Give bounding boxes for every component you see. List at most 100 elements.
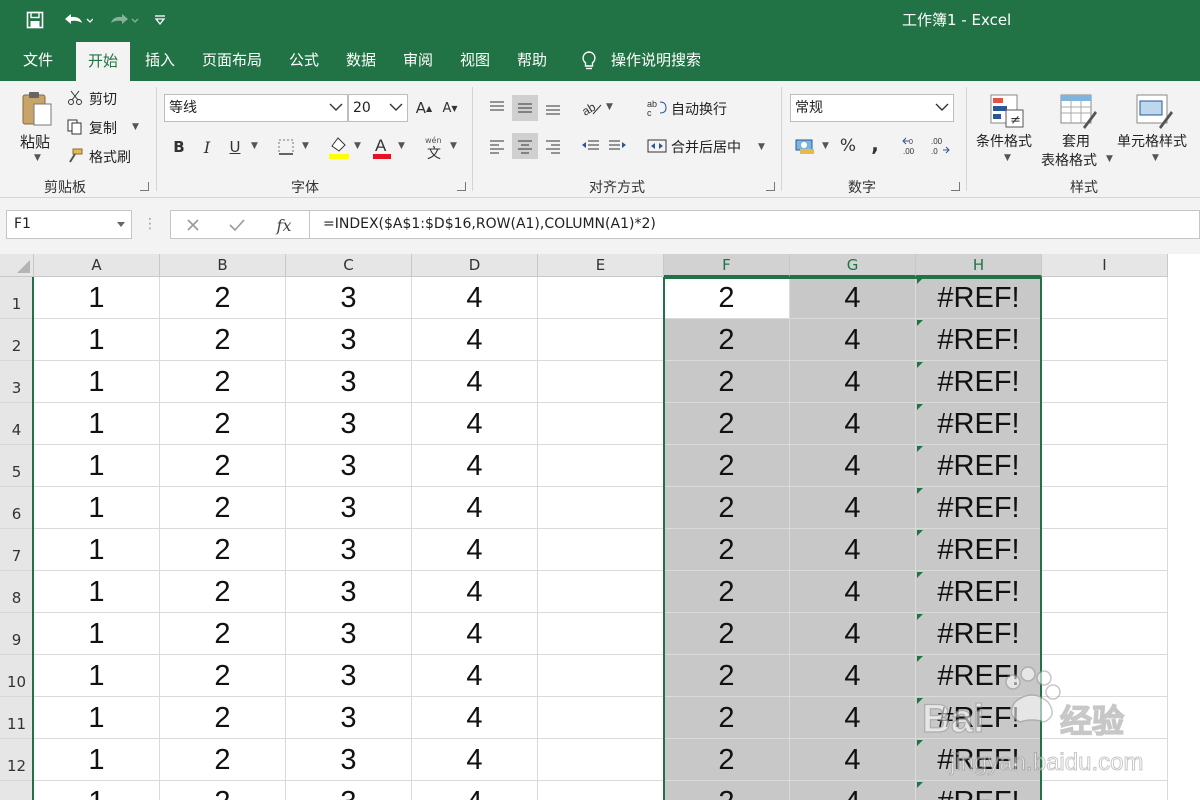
font-name-select[interactable]: 等线 <box>164 94 348 122</box>
cell-h11[interactable]: #REF! <box>916 697 1042 739</box>
cell-h13[interactable]: #REF! <box>916 781 1042 800</box>
row-header[interactable]: 10 <box>0 655 34 697</box>
decrease-decimal-icon[interactable]: .00.0 <box>928 133 952 159</box>
formula-bar-grip-icon[interactable]: ⋮ <box>143 212 157 236</box>
cell-c9[interactable]: 3 <box>286 613 412 655</box>
cell-c2[interactable]: 3 <box>286 319 412 361</box>
cell-b11[interactable]: 2 <box>160 697 286 739</box>
align-left-icon[interactable] <box>484 133 510 159</box>
underline-button[interactable]: U <box>224 135 246 159</box>
cell-g11[interactable]: 4 <box>790 697 916 739</box>
phonetic-dropdown-icon[interactable]: ▼ <box>450 141 457 151</box>
fill-color-dropdown-icon[interactable]: ▼ <box>354 141 361 151</box>
cell-g10[interactable]: 4 <box>790 655 916 697</box>
insert-function-icon[interactable]: fx <box>271 213 297 237</box>
cell-i3[interactable] <box>1042 361 1168 403</box>
cell-f13[interactable]: 2 <box>664 781 790 800</box>
cell-h9[interactable]: #REF! <box>916 613 1042 655</box>
cell-e5[interactable] <box>538 445 664 487</box>
copy-button[interactable]: 复制 <box>89 118 117 138</box>
cell-i5[interactable] <box>1042 445 1168 487</box>
name-box[interactable]: F1 <box>6 210 132 239</box>
tab-review[interactable]: 审阅 <box>394 40 442 81</box>
column-header-d[interactable]: D <box>412 254 538 277</box>
cell-a2[interactable]: 1 <box>34 319 160 361</box>
cell-c13[interactable]: 3 <box>286 781 412 800</box>
cell-a11[interactable]: 1 <box>34 697 160 739</box>
row-header[interactable]: 12 <box>0 739 34 781</box>
cut-button[interactable]: 剪切 <box>89 89 117 109</box>
cell-f5[interactable]: 2 <box>664 445 790 487</box>
cell-e6[interactable] <box>538 487 664 529</box>
cell-e7[interactable] <box>538 529 664 571</box>
row-header[interactable]: 8 <box>0 571 34 613</box>
align-right-icon[interactable] <box>540 133 566 159</box>
cell-e9[interactable] <box>538 613 664 655</box>
format-as-table-label-2[interactable]: 表格格式 <box>1041 150 1097 170</box>
increase-indent-icon[interactable] <box>606 133 630 159</box>
cell-e8[interactable] <box>538 571 664 613</box>
cell-f9[interactable]: 2 <box>664 613 790 655</box>
row-header[interactable]: 4 <box>0 403 34 445</box>
cell-a3[interactable]: 1 <box>34 361 160 403</box>
cell-h5[interactable]: #REF! <box>916 445 1042 487</box>
cell-d7[interactable]: 4 <box>412 529 538 571</box>
paste-dropdown-icon[interactable]: ▼ <box>34 153 41 163</box>
tell-me-search[interactable]: 操作说明搜索 <box>604 40 708 81</box>
cell-a1[interactable]: 1 <box>34 277 160 319</box>
column-header-h[interactable]: H <box>916 254 1042 277</box>
cell-i8[interactable] <box>1042 571 1168 613</box>
align-middle-icon[interactable] <box>512 95 538 121</box>
cell-d4[interactable]: 4 <box>412 403 538 445</box>
accounting-dropdown-icon[interactable]: ▼ <box>822 141 829 151</box>
copy-icon[interactable] <box>66 118 84 136</box>
cell-a10[interactable]: 1 <box>34 655 160 697</box>
column-header-e[interactable]: E <box>538 254 664 277</box>
cell-b13[interactable]: 2 <box>160 781 286 800</box>
tab-insert[interactable]: 插入 <box>136 40 184 81</box>
comma-button[interactable]: , <box>864 131 886 157</box>
row-header[interactable]: 11 <box>0 697 34 739</box>
cell-e2[interactable] <box>538 319 664 361</box>
cell-d11[interactable]: 4 <box>412 697 538 739</box>
cell-d13[interactable]: 4 <box>412 781 538 800</box>
wrap-text-icon[interactable]: ab c <box>646 95 668 121</box>
conditional-formatting-button[interactable]: 条件格式 <box>976 131 1032 151</box>
accounting-format-icon[interactable] <box>792 133 818 159</box>
row-header[interactable]: 5 <box>0 445 34 487</box>
cell-g4[interactable]: 4 <box>790 403 916 445</box>
font-color-icon[interactable]: A <box>370 133 394 161</box>
cell-c1[interactable]: 3 <box>286 277 412 319</box>
cell-g1[interactable]: 4 <box>790 277 916 319</box>
cell-a13[interactable]: 1 <box>34 781 160 800</box>
tab-view[interactable]: 视图 <box>451 40 499 81</box>
column-header-g[interactable]: G <box>790 254 916 277</box>
cell-d6[interactable]: 4 <box>412 487 538 529</box>
cell-d3[interactable]: 4 <box>412 361 538 403</box>
decrease-indent-icon[interactable] <box>578 133 602 159</box>
increase-font-size-icon[interactable]: A ▲ <box>414 97 434 119</box>
cell-g8[interactable]: 4 <box>790 571 916 613</box>
cell-b2[interactable]: 2 <box>160 319 286 361</box>
formula-input[interactable]: =INDEX($A$1:$D$16,ROW(A1),COLUMN(A1)*2) <box>310 210 1200 239</box>
conditional-formatting-icon[interactable]: ≠ <box>988 91 1026 131</box>
select-all-button[interactable] <box>0 254 34 277</box>
font-color-dropdown-icon[interactable]: ▼ <box>398 141 405 151</box>
font-launcher-icon[interactable] <box>457 182 466 191</box>
align-center-icon[interactable] <box>512 133 538 159</box>
cell-g9[interactable]: 4 <box>790 613 916 655</box>
tab-home[interactable]: 开始 <box>76 42 130 81</box>
cell-d5[interactable]: 4 <box>412 445 538 487</box>
wrap-text-button[interactable]: 自动换行 <box>671 99 727 119</box>
cell-a12[interactable]: 1 <box>34 739 160 781</box>
column-header-i[interactable]: I <box>1042 254 1168 277</box>
paste-button[interactable]: 粘贴 <box>20 131 50 152</box>
cell-i9[interactable] <box>1042 613 1168 655</box>
cell-f12[interactable]: 2 <box>664 739 790 781</box>
cell-c7[interactable]: 3 <box>286 529 412 571</box>
cell-e11[interactable] <box>538 697 664 739</box>
cell-c6[interactable]: 3 <box>286 487 412 529</box>
cell-d8[interactable]: 4 <box>412 571 538 613</box>
cell-h2[interactable]: #REF! <box>916 319 1042 361</box>
cell-h6[interactable]: #REF! <box>916 487 1042 529</box>
